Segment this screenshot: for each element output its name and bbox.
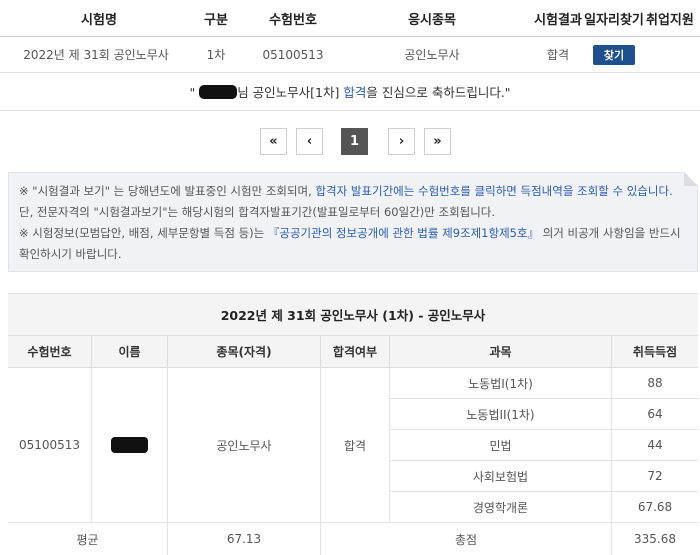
notice-text: ※ "시험결과 보기" 는 당해년도에 발표중인 시험만 조회되며, <box>19 184 316 198</box>
header-name: 이름 <box>92 336 168 367</box>
detail-pass-status: 합격 <box>321 368 390 523</box>
exam-number-link[interactable]: 05100513 <box>256 37 330 72</box>
congrats-tail: 을 진심으로 축하드립니다." <box>366 85 511 100</box>
subject-score: 44 <box>647 438 663 452</box>
header-job-search: 일자리찾기 <box>584 12 644 28</box>
score-table-footer: 평균 67.13 총점 335.68 <box>8 523 698 555</box>
average-label: 평균 <box>8 523 168 555</box>
congrats-pass-word: 합격 <box>343 85 367 100</box>
total-label: 총점 <box>321 523 612 555</box>
subject-name: 사회보험법 <box>390 461 612 491</box>
score-table-caption: 2022년 제 31회 공인노무사 (1차) - 공인노무사 <box>8 294 698 336</box>
divider <box>0 110 700 111</box>
notice-line-2: ※ 시험정보(모범답안, 배점, 세부문항별 득점 등)는 『공공기관의 정보공… <box>19 223 687 265</box>
detail-exam-number: 05100513 <box>8 368 92 523</box>
notice-highlight: 합격자 발표기간에는 수험번호를 클릭하면 득점내역을 조회할 수 있습니다. <box>315 184 673 198</box>
prev-page-button[interactable]: ‹ <box>296 128 323 155</box>
total-value: 335.68 <box>634 532 676 546</box>
exam-name: 2022년 제 31회 공인노무사 <box>23 48 169 62</box>
subject-name: 민법 <box>390 430 612 460</box>
notice-law-link: 『공공기관의 정보공개에 관한 법률 제9조제1항제5호』 <box>267 226 540 240</box>
header-employment-support: 취업지원 <box>646 12 694 28</box>
subject-score: 64 <box>647 407 663 421</box>
subject-name: 경영학개론 <box>390 492 612 522</box>
subject-row: 노동법I(1차) 88 <box>390 368 698 399</box>
notice-line-1: ※ "시험결과 보기" 는 당해년도에 발표중인 시험만 조회되며, 합격자 발… <box>19 181 687 223</box>
redacted-name <box>199 85 238 99</box>
subject-row: 노동법II(1차) 64 <box>390 399 698 430</box>
congrats-message: " 님 공인노무사[1차] 합격을 진심으로 축하드립니다." <box>0 82 700 101</box>
subject-row: 경영학개론 67.68 <box>390 492 698 523</box>
result-table-header: 시험명 구분 수험번호 응시종목 시험결과 일자리찾기 취업지원 <box>0 0 700 37</box>
result-row: 2022년 제 31회 공인노무사 1차 05100513 공인노무사 합격 찾… <box>0 37 700 73</box>
exam-result: 합격 <box>546 48 570 62</box>
subject-name: 노동법I(1차) <box>390 368 612 398</box>
notice-corner <box>684 172 698 186</box>
header-result: 시험결과 <box>534 12 582 28</box>
subject-score: 88 <box>647 376 663 390</box>
average-value: 67.13 <box>168 523 321 555</box>
score-table-header: 수험번호 이름 종목(자격) 합격여부 과목 취득득점 <box>8 336 698 368</box>
exam-type: 1차 <box>206 48 226 62</box>
find-job-button[interactable]: 찾기 <box>593 44 635 65</box>
first-page-button[interactable]: « <box>260 128 287 155</box>
last-page-button[interactable]: » <box>424 128 451 155</box>
header-pass-status: 합격여부 <box>321 336 390 367</box>
header-subject: 과목 <box>390 336 612 367</box>
subject-row: 사회보험법 72 <box>390 461 698 492</box>
notice-text: 단, 전문자격의 "시험결과보기"는 해당시험의 합격자발표기간(발표일로부터 … <box>19 205 496 219</box>
notice-text: ※ 시험정보(모범답안, 배점, 세부문항별 득점 등)는 <box>19 226 268 240</box>
redacted-name <box>111 437 148 453</box>
header-exam-name: 시험명 <box>81 12 117 28</box>
find-job-cell: 찾기 <box>592 37 636 72</box>
subject-name: 노동법II(1차) <box>390 399 612 429</box>
exam-field: 공인노무사 <box>404 48 460 62</box>
congrats-suffix: 님 공인노무사[1차] <box>237 85 344 100</box>
congrats-open-quote: " <box>189 85 196 100</box>
notice-box: ※ "시험결과 보기" 는 당해년도에 발표중인 시험만 조회되며, 합격자 발… <box>8 172 698 272</box>
header-score: 취득득점 <box>632 345 678 359</box>
header-type: 구분 <box>204 12 228 28</box>
header-field: 응시종목 <box>408 12 456 28</box>
score-detail-table: 2022년 제 31회 공인노무사 (1차) - 공인노무사 수험번호 이름 종… <box>8 293 698 555</box>
header-exam-number: 수험번호 <box>8 336 92 367</box>
result-table: 시험명 구분 수험번호 응시종목 시험결과 일자리찾기 취업지원 2022년 제… <box>0 0 700 73</box>
score-table-body: 05100513 공인노무사 합격 노동법I(1차) 88 노동법II(1차) … <box>8 368 698 523</box>
subject-row: 민법 44 <box>390 430 698 461</box>
header-qualification: 종목(자격) <box>168 336 321 367</box>
page-1-button[interactable]: 1 <box>341 128 368 155</box>
subject-score: 67.68 <box>637 500 673 514</box>
next-page-button[interactable]: › <box>388 128 415 155</box>
name-cell <box>92 368 168 523</box>
detail-qualification: 공인노무사 <box>168 368 321 523</box>
subject-score: 72 <box>647 469 663 483</box>
header-exam-number: 수험번호 <box>269 12 317 28</box>
